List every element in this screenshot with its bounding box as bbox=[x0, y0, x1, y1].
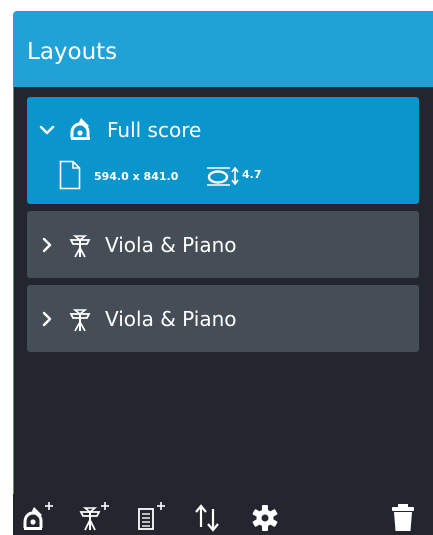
delete-trash-icon bbox=[392, 504, 414, 531]
sort-button[interactable] bbox=[190, 498, 226, 532]
full-score-icon bbox=[70, 118, 90, 140]
part-layout-icon bbox=[69, 235, 91, 258]
new-custom-score-layout-button[interactable] bbox=[136, 498, 172, 532]
layout-label: Viola & Piano bbox=[105, 307, 237, 331]
new-full-score-layout-icon bbox=[23, 502, 53, 530]
sort-icon bbox=[195, 504, 219, 532]
page-size-icon bbox=[59, 160, 81, 190]
panel-title: Layouts bbox=[27, 39, 118, 65]
chevron-right-icon[interactable] bbox=[38, 310, 56, 328]
chevron-down-icon[interactable] bbox=[38, 121, 56, 139]
new-full-score-layout-button[interactable] bbox=[23, 498, 59, 532]
layout-item-viola-piano[interactable]: Viola & Piano bbox=[27, 211, 419, 278]
layouts-list: Full score 594.0 x 841.0 4.7 Viola & Pia… bbox=[14, 87, 433, 494]
new-custom-score-layout-icon bbox=[138, 502, 165, 530]
layout-properties: 594.0 x 841.0 4.7 bbox=[59, 160, 379, 190]
settings-gear-icon bbox=[252, 505, 278, 531]
staff-size-icon bbox=[207, 166, 239, 186]
layouts-panel: Layouts Full score 594.0 x 841.0 4.7 Vio… bbox=[13, 11, 433, 535]
delete-layout-button[interactable] bbox=[385, 498, 421, 532]
staff-size-value: 4.7 bbox=[242, 168, 262, 181]
layouts-toolbar bbox=[13, 494, 433, 535]
new-part-layout-button[interactable] bbox=[79, 498, 115, 532]
layout-label: Full score bbox=[107, 118, 202, 142]
layout-item-viola-piano[interactable]: Viola & Piano bbox=[27, 285, 419, 352]
new-part-layout-icon bbox=[79, 502, 109, 531]
part-layout-icon bbox=[69, 309, 91, 332]
layout-label: Viola & Piano bbox=[105, 233, 237, 257]
layout-options-button[interactable] bbox=[247, 498, 283, 532]
chevron-right-icon[interactable] bbox=[38, 236, 56, 254]
page-size-value: 594.0 x 841.0 bbox=[94, 170, 179, 183]
layout-item-full-score[interactable]: Full score 594.0 x 841.0 4.7 bbox=[27, 97, 419, 204]
